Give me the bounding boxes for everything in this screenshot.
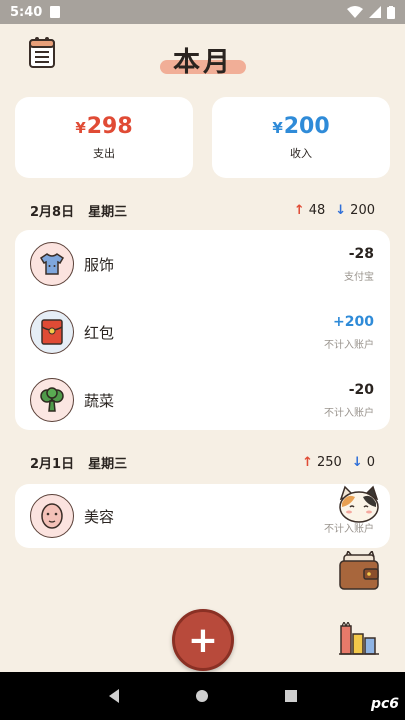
day-income: 200 bbox=[350, 202, 375, 218]
day-header: 2月1日 星期三 ↑ 250 ↓ 0 bbox=[30, 452, 375, 472]
battery-icon bbox=[387, 5, 395, 19]
month-title[interactable]: 本月 bbox=[158, 40, 248, 80]
expense-label: 支出 bbox=[93, 147, 115, 160]
arrow-down-icon: ↓ bbox=[351, 454, 363, 470]
day-card: 美容 不计入账户 bbox=[15, 484, 390, 548]
sd-card-icon bbox=[50, 6, 61, 18]
expense-card[interactable]: ¥298 支出 bbox=[15, 97, 193, 178]
status-bar: 5:40 bbox=[0, 0, 405, 24]
income-amount: ¥200 bbox=[272, 114, 329, 139]
tx-category: 红包 bbox=[84, 324, 115, 342]
day-date: 2月1日 bbox=[30, 456, 75, 472]
status-time: 5:40 bbox=[10, 4, 43, 20]
plus-icon: + bbox=[187, 619, 219, 661]
recents-icon[interactable] bbox=[284, 689, 298, 703]
list-item[interactable]: 红包 +200 不计入账户 bbox=[15, 298, 390, 366]
tx-amount: +200 bbox=[333, 314, 374, 330]
day-weekday: 星期三 bbox=[88, 204, 128, 220]
day-expense: 250 bbox=[316, 454, 342, 470]
list-item[interactable]: 美容 不计入账户 bbox=[15, 484, 390, 548]
tx-account: 不计入账户 bbox=[324, 340, 374, 351]
income-card[interactable]: ¥200 收入 bbox=[212, 97, 390, 178]
home-icon[interactable] bbox=[195, 689, 209, 703]
add-record-button[interactable]: + bbox=[172, 609, 234, 671]
income-value: 200 bbox=[283, 114, 330, 139]
arrow-up-icon: ↑ bbox=[302, 454, 313, 470]
beauty-icon bbox=[30, 494, 74, 538]
clothing-icon bbox=[30, 242, 74, 286]
ledger-icon[interactable] bbox=[28, 36, 56, 68]
day-weekday: 星期三 bbox=[88, 456, 128, 472]
expense-value: 298 bbox=[86, 114, 133, 139]
tx-account: 支付宝 bbox=[344, 272, 374, 283]
list-item[interactable]: 服饰 -28 支付宝 bbox=[15, 230, 390, 298]
status-icons bbox=[347, 5, 395, 19]
tx-amount: -28 bbox=[348, 246, 374, 262]
day-stats: ↑ 250 ↓ 0 bbox=[302, 455, 375, 470]
page-title: 本月 bbox=[173, 47, 233, 78]
expense-amount: ¥298 bbox=[75, 114, 132, 139]
day-card: 服饰 -28 支付宝 红包 +200 不计入账户 蔬菜 -20 不计入账户 bbox=[15, 230, 390, 430]
tx-account: 不计入账户 bbox=[324, 408, 374, 419]
vegetable-icon bbox=[30, 378, 74, 422]
top-bar: 本月 bbox=[0, 24, 405, 96]
day-income: 0 bbox=[366, 454, 375, 470]
day-header: 2月8日 星期三 ↑ 48 ↓ 200 bbox=[30, 200, 375, 220]
system-nav-bar: pc6 bbox=[0, 672, 405, 720]
tx-category: 美容 bbox=[84, 508, 115, 526]
tx-category: 服饰 bbox=[84, 256, 115, 274]
day-stats: ↑ 48 ↓ 200 bbox=[294, 203, 375, 218]
arrow-down-icon: ↓ bbox=[335, 202, 347, 218]
wallet-icon[interactable] bbox=[338, 549, 380, 595]
income-label: 收入 bbox=[290, 147, 312, 160]
currency-symbol: ¥ bbox=[75, 119, 86, 137]
signal-icon bbox=[369, 6, 381, 18]
back-icon[interactable] bbox=[107, 688, 121, 704]
list-item[interactable]: 蔬菜 -20 不计入账户 bbox=[15, 366, 390, 434]
cat-mascot-icon[interactable] bbox=[337, 485, 381, 529]
day-expense: 48 bbox=[308, 202, 326, 218]
day-date: 2月8日 bbox=[30, 204, 75, 220]
bar-chart-icon[interactable] bbox=[338, 620, 380, 660]
tx-amount: -20 bbox=[348, 382, 374, 398]
arrow-up-icon: ↑ bbox=[293, 202, 305, 218]
currency-symbol: ¥ bbox=[272, 119, 283, 137]
wifi-icon bbox=[347, 6, 363, 18]
tx-category: 蔬菜 bbox=[84, 392, 115, 410]
summary-cards: ¥298 支出 ¥200 收入 bbox=[15, 97, 390, 178]
watermark-logo: pc6 bbox=[370, 696, 399, 712]
red-envelope-icon bbox=[30, 310, 74, 354]
